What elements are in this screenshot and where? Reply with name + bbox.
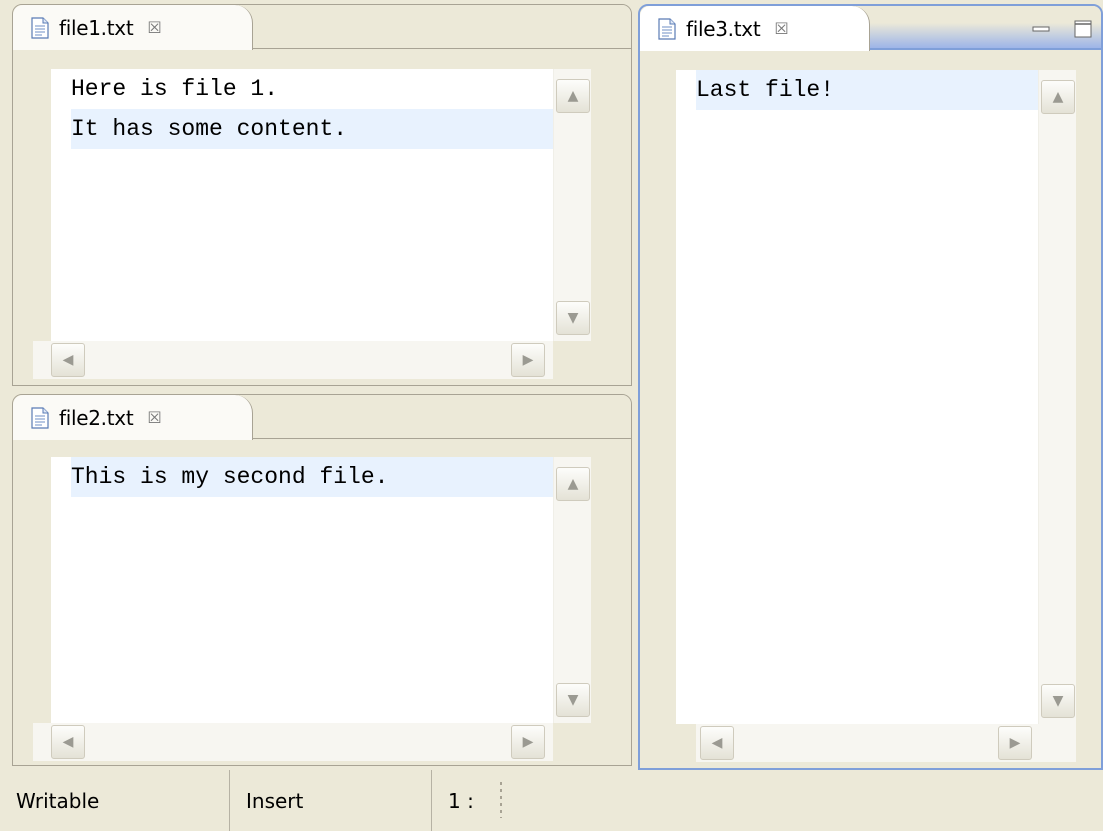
tab-strip: file3.txt ☒ xyxy=(640,6,1101,51)
editor-text[interactable]: This is my second file. xyxy=(71,457,591,723)
status-separator-grip xyxy=(500,782,502,818)
editor-text[interactable]: Here is file 1. It has some content. xyxy=(71,69,591,341)
editor-gutter xyxy=(676,70,696,724)
chevron-down-icon[interactable]: ▼ xyxy=(556,301,590,335)
chevron-down-icon[interactable]: ▼ xyxy=(556,683,590,717)
tab-label: file2.txt xyxy=(59,405,134,430)
tab-file3[interactable]: file3.txt ☒ xyxy=(640,6,870,51)
status-writable: Writable xyxy=(0,770,230,831)
chevron-down-icon[interactable]: ▼ xyxy=(1041,684,1075,718)
tab-label: file3.txt xyxy=(686,16,761,41)
chevron-left-icon[interactable]: ◀ xyxy=(700,726,734,760)
tab-file1[interactable]: file1.txt ☒ xyxy=(13,5,253,50)
editor-gutter xyxy=(51,457,71,723)
editor-line-current: This is my second file. xyxy=(71,457,591,497)
editor-pane-file2: file2.txt ☒ This is my second file. ▲ ▼ … xyxy=(12,394,632,766)
text-editor[interactable]: Last file! xyxy=(676,70,1040,724)
tab-strip: file2.txt ☒ xyxy=(13,395,631,440)
status-insert-mode: Insert xyxy=(230,770,432,831)
minimize-icon[interactable] xyxy=(1032,24,1050,36)
editor-pane-file1: file1.txt ☒ Here is file 1. It has some … xyxy=(12,4,632,386)
status-writable-label: Writable xyxy=(16,788,100,813)
editor-line: Here is file 1. xyxy=(71,76,279,102)
tab-label: file1.txt xyxy=(59,15,134,40)
editor-gutter xyxy=(51,69,71,341)
chevron-up-icon[interactable]: ▲ xyxy=(556,79,590,113)
chevron-left-icon[interactable]: ◀ xyxy=(51,725,85,759)
close-icon[interactable]: ☒ xyxy=(147,18,161,37)
editor-line-current: It has some content. xyxy=(71,109,591,149)
close-icon[interactable]: ☒ xyxy=(147,408,161,427)
chevron-up-icon[interactable]: ▲ xyxy=(1041,80,1075,114)
horizontal-scrollbar[interactable]: ◀ ▶ xyxy=(696,724,1076,762)
chevron-left-icon[interactable]: ◀ xyxy=(51,343,85,377)
text-editor[interactable]: This is my second file. xyxy=(51,457,591,723)
text-editor[interactable]: Here is file 1. It has some content. xyxy=(51,69,591,341)
chevron-up-icon[interactable]: ▲ xyxy=(556,467,590,501)
chevron-right-icon[interactable]: ▶ xyxy=(998,726,1032,760)
status-insert-label: Insert xyxy=(246,788,304,813)
chevron-right-icon[interactable]: ▶ xyxy=(511,343,545,377)
status-position-label: 1 : xyxy=(448,788,474,813)
horizontal-scrollbar[interactable]: ◀ ▶ xyxy=(33,723,553,761)
chevron-right-icon[interactable]: ▶ xyxy=(511,725,545,759)
vertical-scrollbar[interactable]: ▲ ▼ xyxy=(1038,70,1076,724)
tab-file2[interactable]: file2.txt ☒ xyxy=(13,395,253,440)
vertical-scrollbar[interactable]: ▲ ▼ xyxy=(553,69,591,341)
status-bar: Writable Insert 1 : xyxy=(0,770,1103,831)
close-icon[interactable]: ☒ xyxy=(774,19,788,38)
maximize-icon[interactable] xyxy=(1074,20,1092,38)
text-file-icon xyxy=(658,17,676,40)
editor-line-current: Last file! xyxy=(696,70,1040,110)
text-file-icon xyxy=(31,16,49,39)
text-file-icon xyxy=(31,406,49,429)
horizontal-scrollbar[interactable]: ◀ ▶ xyxy=(33,341,553,379)
editor-pane-file3: file3.txt ☒ Last file! ▲ ▼ ◀ ▶ xyxy=(638,4,1103,770)
tab-strip: file1.txt ☒ xyxy=(13,5,631,50)
editor-text[interactable]: Last file! xyxy=(696,70,1040,724)
vertical-scrollbar[interactable]: ▲ ▼ xyxy=(553,457,591,723)
